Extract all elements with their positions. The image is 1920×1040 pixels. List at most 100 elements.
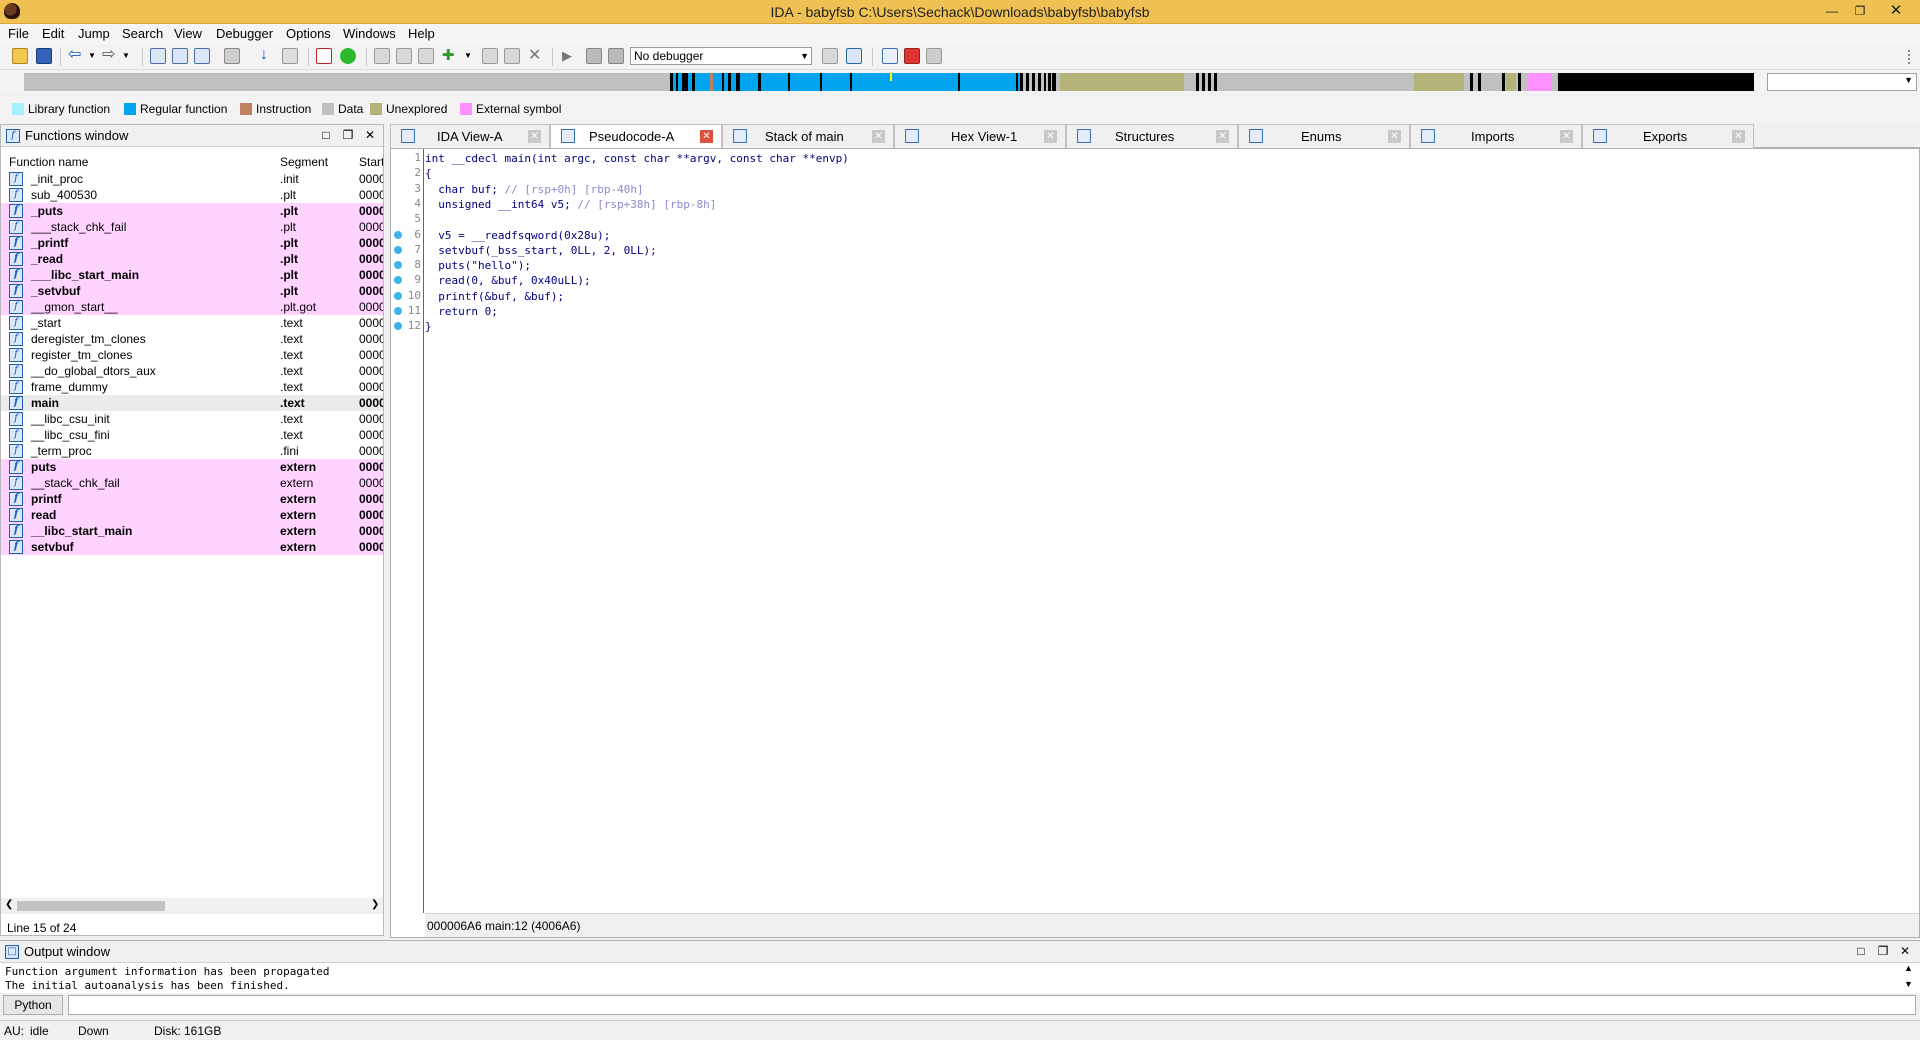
- gutter-line[interactable]: 12: [391, 319, 423, 334]
- search-next-icon[interactable]: [224, 48, 240, 64]
- tab-hex-view-1[interactable]: Hex View-1 ✕: [894, 124, 1066, 148]
- close-tab-icon[interactable]: ✕: [528, 130, 541, 143]
- function-row[interactable]: f puts extern 0000: [1, 459, 383, 475]
- string-icon[interactable]: [418, 48, 434, 64]
- tab-ida-view-a[interactable]: IDA View-A ✕: [390, 124, 550, 148]
- code-line[interactable]: setvbuf(_bss_start, 0LL, 2, 0LL);: [425, 243, 657, 258]
- start-debug-icon[interactable]: ▶: [562, 48, 578, 64]
- function-row[interactable]: f printf extern 0000: [1, 491, 383, 507]
- function-row[interactable]: f _start .text 0000: [1, 315, 383, 331]
- function-row[interactable]: f _term_proc .fini 0000: [1, 443, 383, 459]
- code-line[interactable]: }: [425, 319, 432, 334]
- code-line[interactable]: puts("hello");: [425, 258, 531, 273]
- jump-down-icon[interactable]: ↓: [256, 47, 272, 64]
- gutter-line[interactable]: 8: [391, 258, 423, 273]
- close-pane-button[interactable]: ✕: [1898, 944, 1912, 958]
- pseudocode-view[interactable]: 1 2 3 4 5 6 7 8 9 10 11 12 int __cdecl main(int arg…: [390, 148, 1920, 938]
- tab-pseudocode-a[interactable]: Pseudocode-A ✕: [550, 124, 722, 149]
- function-row[interactable]: f main .text 0000: [1, 395, 383, 411]
- close-tab-icon[interactable]: ✕: [1732, 130, 1745, 143]
- float-pane-button[interactable]: □: [319, 128, 333, 142]
- breakpoint-dot-icon[interactable]: [394, 245, 402, 254]
- python-language-button[interactable]: Python: [3, 995, 63, 1015]
- gutter-line[interactable]: 11: [391, 304, 423, 319]
- function-row[interactable]: f _setvbuf .plt 0000: [1, 283, 383, 299]
- function-row[interactable]: f ___libc_start_main .plt 0000: [1, 267, 383, 283]
- tab-imports[interactable]: Imports ✕: [1410, 124, 1582, 148]
- gutter-line[interactable]: 2: [391, 166, 423, 181]
- breakpoint-dot-icon[interactable]: [394, 276, 402, 285]
- remove-breakpoint-icon[interactable]: [926, 48, 942, 64]
- function-row[interactable]: f _read .plt 0000: [1, 251, 383, 267]
- stop-debug-icon[interactable]: [608, 48, 624, 64]
- function-row[interactable]: f __gmon_start__ .plt.got 0000: [1, 299, 383, 315]
- gutter-line[interactable]: 6: [391, 228, 423, 243]
- data-icon[interactable]: [396, 48, 412, 64]
- function-row[interactable]: f __stack_chk_fail extern 0000: [1, 475, 383, 491]
- function-row[interactable]: f register_tm_clones .text 0000: [1, 347, 383, 363]
- forward-arrow-icon[interactable]: ⇨: [102, 47, 118, 64]
- search-immediate-icon[interactable]: [194, 48, 210, 64]
- command-input[interactable]: [68, 995, 1916, 1015]
- debugger-select[interactable]: No debugger ▼: [630, 47, 812, 65]
- function-row[interactable]: f __libc_csu_fini .text 0000: [1, 427, 383, 443]
- gutter-line[interactable]: 9: [391, 273, 423, 288]
- code-line[interactable]: read(0, &buf, 0x40uLL);: [425, 273, 590, 288]
- array-icon[interactable]: [482, 48, 498, 64]
- gutter-line[interactable]: 7: [391, 243, 423, 258]
- function-row[interactable]: f read extern 0000: [1, 507, 383, 523]
- gutter-line[interactable]: 10: [391, 289, 423, 304]
- restore-button[interactable]: ❐: [1850, 2, 1870, 20]
- search-disabled-icon[interactable]: [282, 48, 298, 64]
- column-function-name[interactable]: Function name: [9, 155, 88, 169]
- minimize-button[interactable]: —: [1822, 2, 1842, 20]
- breakpoint-dot-icon[interactable]: [394, 307, 402, 315]
- tab-stack-of-main[interactable]: Stack of main ✕: [722, 124, 894, 148]
- breakpoint-dot-icon[interactable]: [394, 230, 402, 239]
- code-line[interactable]: return 0;: [425, 304, 498, 319]
- scroll-down-icon[interactable]: ▼: [1904, 979, 1913, 989]
- restore-pane-button[interactable]: ❐: [1876, 944, 1890, 958]
- code-line[interactable]: unsigned __int64 v5; // [rsp+38h] [rbp-8…: [425, 197, 716, 212]
- scroll-right-icon[interactable]: ❯: [371, 899, 379, 910]
- tab-structures[interactable]: Structures ✕: [1066, 124, 1238, 148]
- function-row[interactable]: f frame_dummy .text 0000: [1, 379, 383, 395]
- close-tab-icon[interactable]: ✕: [700, 130, 713, 143]
- open-folder-icon[interactable]: [12, 48, 28, 64]
- column-segment[interactable]: Segment: [280, 155, 328, 169]
- menu-jump[interactable]: Jump: [78, 26, 110, 41]
- gutter-line[interactable]: 4: [391, 197, 423, 212]
- add-breakpoint-icon[interactable]: [904, 48, 920, 64]
- menu-windows[interactable]: Windows: [343, 26, 396, 41]
- scrollbar-thumb[interactable]: [17, 901, 165, 911]
- forward-dropdown-icon[interactable]: ▼: [122, 48, 138, 64]
- gutter-line[interactable]: 1: [391, 151, 423, 166]
- function-row[interactable]: f sub_400530 .plt 0000: [1, 187, 383, 203]
- function-row[interactable]: f _puts .plt 0000: [1, 203, 383, 219]
- close-tab-icon[interactable]: ✕: [1388, 130, 1401, 143]
- code-line[interactable]: v5 = __readfsqword(0x28u);: [425, 228, 610, 243]
- breakpoint-dot-icon[interactable]: [394, 322, 402, 331]
- search-binary-icon[interactable]: [172, 48, 188, 64]
- float-pane-button[interactable]: □: [1854, 944, 1868, 958]
- undefine-icon[interactable]: [504, 48, 520, 64]
- scroll-left-icon[interactable]: ❮: [5, 899, 13, 910]
- function-row[interactable]: f __libc_start_main extern 0000: [1, 523, 383, 539]
- close-tab-icon[interactable]: ✕: [1560, 130, 1573, 143]
- scroll-up-icon[interactable]: ▲: [1904, 963, 1913, 973]
- debug-options-icon[interactable]: [846, 48, 862, 64]
- function-row[interactable]: f deregister_tm_clones .text 0000: [1, 331, 383, 347]
- tab-enums[interactable]: Enums ✕: [1238, 124, 1410, 148]
- close-pane-button[interactable]: ✕: [363, 128, 377, 142]
- breakpoint-list-icon[interactable]: [882, 48, 898, 64]
- menu-options[interactable]: Options: [286, 26, 331, 41]
- code-line[interactable]: int __cdecl main(int argc, const char **…: [425, 151, 849, 166]
- menu-search[interactable]: Search: [122, 26, 163, 41]
- back-arrow-icon[interactable]: ⇦: [68, 47, 84, 64]
- function-row[interactable]: f ___stack_chk_fail .plt 0000: [1, 219, 383, 235]
- gutter-line[interactable]: 5: [391, 212, 423, 227]
- function-row[interactable]: f _init_proc .init 0000: [1, 171, 383, 187]
- code-line[interactable]: printf(&buf, &buf);: [425, 289, 564, 304]
- pause-debug-icon[interactable]: [586, 48, 602, 64]
- close-tab-icon[interactable]: ✕: [1216, 130, 1229, 143]
